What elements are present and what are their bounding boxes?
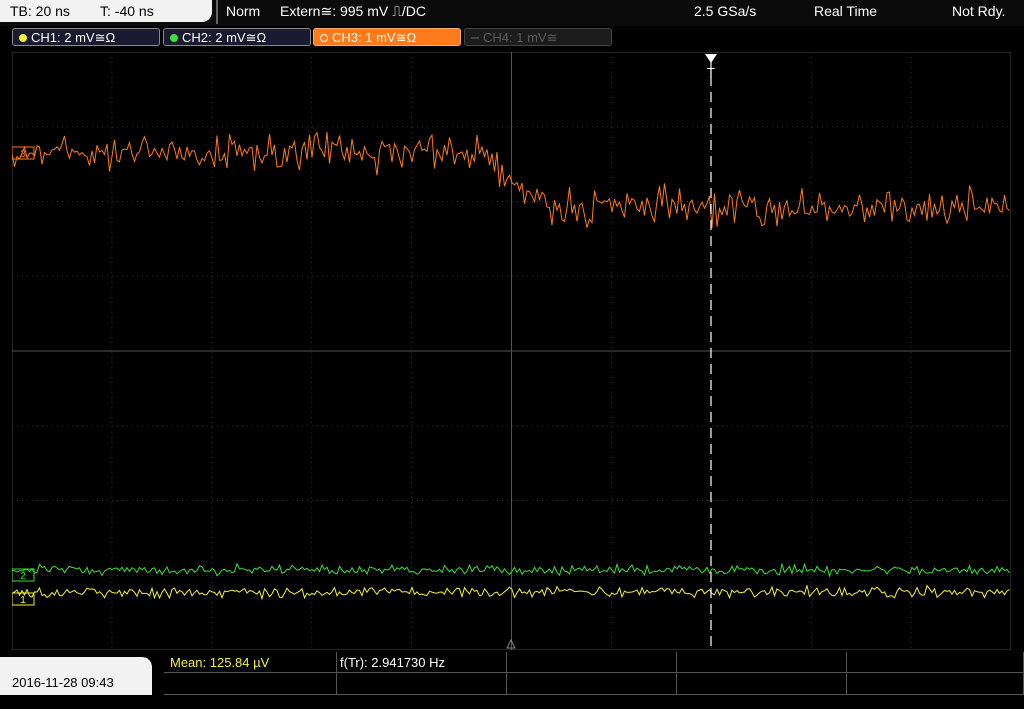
timebase-panel[interactable]: TB: 20 ns T: -40 ns — [0, 0, 212, 22]
channel-tab-ch3[interactable]: CH3: 1 mV≅Ω — [313, 28, 461, 46]
ch3-label: CH3: 1 mV≅Ω — [332, 30, 417, 45]
measure-cell-8 — [506, 672, 677, 695]
measure-cell-3 — [506, 652, 677, 673]
ch3-color-dot — [320, 34, 328, 42]
measure-cell-5 — [846, 652, 1024, 673]
channel-tab-ch1[interactable]: CH1: 2 mV≅Ω — [12, 28, 160, 46]
ch4-off-icon — [471, 37, 479, 39]
timebase-value: TB: 20 ns — [10, 3, 70, 19]
ch1-color-dot — [19, 34, 27, 42]
waveform-display[interactable]: T 3 2 1 — [12, 52, 1011, 650]
sample-rate: 2.5 GSa/s — [694, 3, 757, 19]
ch1-marker-label: 1 — [20, 595, 26, 606]
channel-tab-row: CH1: 2 mV≅Ω CH2: 2 mV≅Ω CH3: 1 mV≅Ω CH4:… — [0, 26, 1024, 48]
ch2-label: CH2: 2 mV≅Ω — [182, 30, 267, 45]
status-separator — [216, 0, 218, 24]
acquisition-mode[interactable]: Real Time — [814, 0, 877, 22]
measure-cell-6 — [164, 672, 337, 695]
trigger-source[interactable]: Extern≅: 995 mV ⎍/DC — [280, 0, 426, 22]
ch2-marker-label: 2 — [20, 571, 26, 582]
acquisition-status: Not Rdy. — [952, 3, 1006, 19]
ch3-marker-label: 3 — [20, 149, 26, 160]
ch4-label: CH4: 1 mV≅ — [483, 30, 558, 45]
measure-cell-10 — [846, 672, 1024, 695]
ch2-color-dot — [170, 34, 178, 42]
channel-tab-ch4[interactable]: CH4: 1 mV≅ — [464, 28, 612, 46]
top-status-bar: TB: 20 ns T: -40 ns Norm Extern≅: 995 mV… — [0, 0, 1024, 26]
bottom-bar — [0, 652, 1024, 695]
trigger-mode[interactable]: Norm — [226, 0, 260, 22]
trigger-marker-label: T — [707, 65, 715, 80]
measure-cell-9 — [676, 672, 847, 695]
channel-tab-ch2[interactable]: CH2: 2 mV≅Ω — [163, 28, 311, 46]
frequency-measurement[interactable]: f(Tr): 2.941730 Hz — [340, 653, 445, 673]
measure-cell-4 — [676, 652, 847, 673]
measure-cell-7 — [336, 672, 507, 695]
date-time-display[interactable]: 2016-11-28 09:43 — [0, 657, 152, 695]
mean-measurement[interactable]: Mean: 125.84 µV — [170, 653, 269, 673]
ch1-label: CH1: 2 mV≅Ω — [31, 30, 116, 45]
trigger-time-value: T: -40 ns — [100, 3, 154, 19]
